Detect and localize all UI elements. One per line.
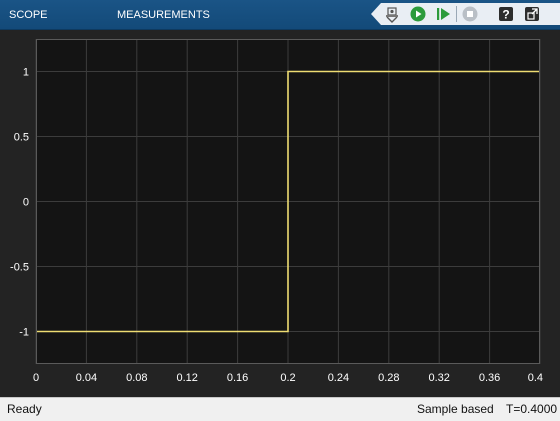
- svg-text:?: ?: [502, 8, 509, 22]
- step-forward-icon: [437, 8, 450, 20]
- y-tick-label: 0.5: [14, 132, 29, 144]
- tab-measurements[interactable]: MEASUREMENTS: [109, 0, 218, 29]
- tab-scope[interactable]: SCOPE: [1, 0, 56, 29]
- x-tick-label: 0.04: [76, 372, 97, 384]
- status-bar: Ready Sample based T=0.4000: [0, 397, 560, 421]
- y-tick-label: -1: [19, 327, 29, 339]
- undock-button[interactable]: [522, 4, 542, 24]
- y-tick-label: 1: [23, 67, 29, 79]
- x-tick-label: 0.24: [328, 372, 349, 384]
- toolbar-separator: [456, 6, 457, 22]
- run-icon: [410, 6, 426, 22]
- stop-button[interactable]: [460, 4, 480, 24]
- highlight-block-button[interactable]: [382, 4, 402, 24]
- scope-display: 0 0.04 0.08 0.12 0.16 0.2 0.24 0.28 0.32 0.36 0.4 1…: [0, 30, 560, 397]
- simulation-time: T=0.4000: [506, 402, 558, 416]
- step-forward-button[interactable]: [434, 4, 454, 24]
- x-tick-label: 0.36: [479, 372, 500, 384]
- help-button[interactable]: ?: [496, 4, 516, 24]
- help-icon: ?: [499, 7, 513, 22]
- y-tick-label: -0.5: [10, 262, 29, 274]
- x-tick-label: 0.12: [176, 372, 197, 384]
- toolstrip: SCOPE MEASUREMENTS ?: [0, 0, 560, 30]
- x-tick-label: 0.32: [428, 372, 449, 384]
- x-tick-label: 0.4: [528, 372, 543, 384]
- x-tick-label: 0.16: [227, 372, 248, 384]
- highlight-block-icon: [386, 7, 398, 23]
- status-text: Ready: [7, 402, 42, 416]
- x-tick-label: 0.28: [378, 372, 399, 384]
- x-tick-label: 0.2: [280, 372, 295, 384]
- run-button[interactable]: [408, 4, 428, 24]
- stop-icon: [462, 6, 478, 22]
- x-tick-label: 0.08: [126, 372, 147, 384]
- sample-mode-label: Sample based: [417, 402, 494, 416]
- x-tick-label: 0: [33, 372, 39, 384]
- scope-plot[interactable]: 0 0.04 0.08 0.12 0.16 0.2 0.24 0.28 0.32 0.36 0.4 1…: [0, 30, 560, 397]
- undock-icon: [525, 7, 539, 21]
- y-tick-label: 0: [23, 197, 29, 209]
